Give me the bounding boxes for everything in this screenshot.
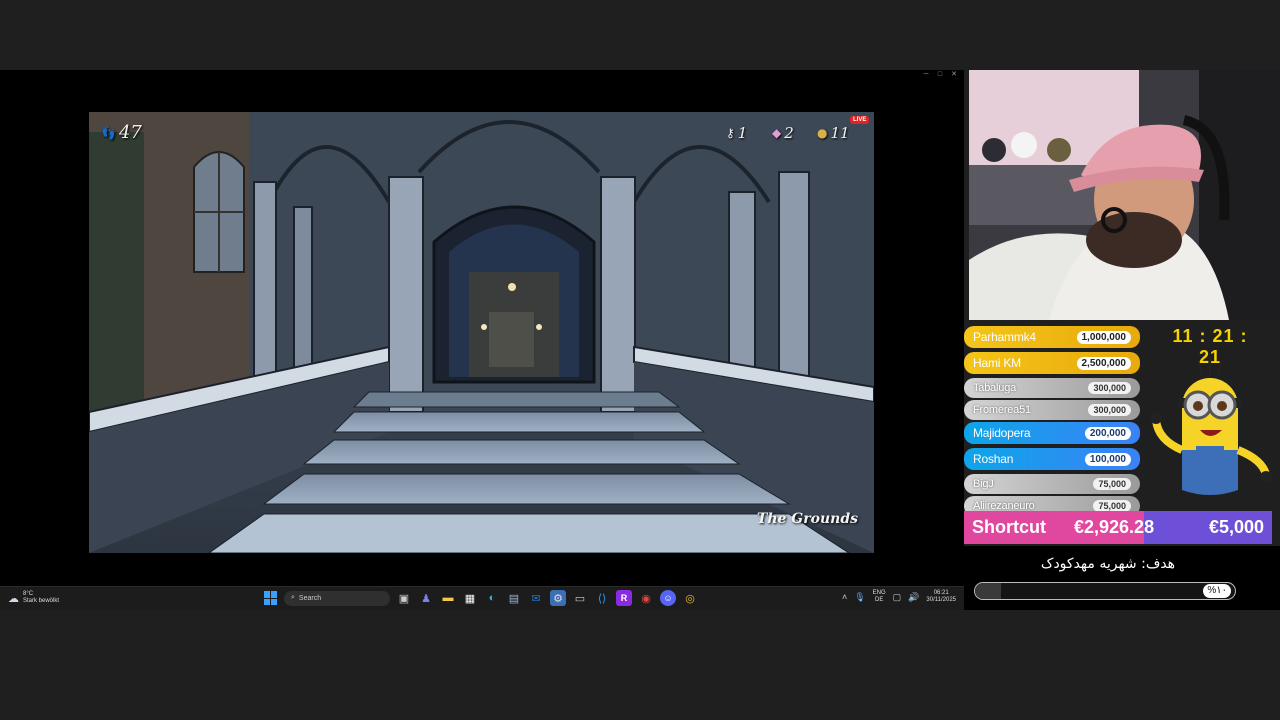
- terminal-icon[interactable]: ▭: [572, 590, 588, 606]
- location-title: The Grounds: [756, 511, 858, 527]
- donor-row: Roshan 100,000: [964, 448, 1140, 470]
- donor-name: Roshan: [973, 452, 1014, 466]
- donor-row: Fromerea51 300,000: [964, 400, 1140, 420]
- key-icon: ⚷: [726, 126, 735, 140]
- minimize-icon[interactable]: ─: [922, 70, 930, 80]
- goal-panel: هدف: شهریه مهدکودک %۱۰: [964, 546, 1280, 610]
- donor-row: Majidopera 200,000: [964, 422, 1140, 444]
- streamer-camera-image: [969, 70, 1280, 320]
- donor-amount: 75,000: [1093, 478, 1131, 490]
- keys-counter: ⚷ 1: [726, 124, 747, 142]
- gem-icon: ◆: [772, 126, 782, 140]
- weather-description: Stark bewölkt: [23, 598, 60, 604]
- file-explorer-icon[interactable]: ▬: [440, 590, 456, 606]
- donor-row: Hami KM 2,500,000: [964, 352, 1140, 374]
- search-icon: ⌕: [291, 594, 295, 601]
- taskbar-clock[interactable]: 06:21 30/11/2025: [926, 590, 956, 604]
- system-tray: ˄ 🎙 ENG DE ▢ 🔊 06:21 30/11/2025: [842, 590, 956, 604]
- language-code: ENG: [872, 590, 886, 596]
- stream-layout: ─ □ ✕ 👣 47 ⚷ 1 ◆ 2 ● 11 LIVE The Grounds…: [0, 0, 1280, 720]
- teams-icon[interactable]: ♟: [418, 590, 434, 606]
- maximize-icon[interactable]: □: [936, 70, 944, 80]
- language-indicator[interactable]: ENG DE: [873, 590, 886, 604]
- donor-name: Hami KM: [973, 356, 1021, 370]
- start-button[interactable]: [264, 591, 278, 605]
- cloud-icon: ☁: [8, 592, 19, 605]
- taskbar-apps: ⌕ Search ▣ ♟ ▬ ▦ ◐ ▤ ✉ ⚙ ▭ ⟨⟩ R ◉ ☺ ◎: [264, 590, 698, 606]
- goal-current-amount: €2,926.28: [1074, 517, 1155, 537]
- keys-value: 1: [737, 124, 748, 142]
- widgets-icon[interactable]: ▤: [506, 590, 522, 606]
- taskbar-search[interactable]: ⌕ Search: [284, 590, 390, 606]
- game-viewport[interactable]: 👣 47 ⚷ 1 ◆ 2 ● 11 LIVE The Grounds: [89, 112, 874, 553]
- donor-amount: 300,000: [1088, 382, 1131, 394]
- donor-amount: 300,000: [1088, 404, 1131, 416]
- donor-row: Tabaluga 300,000: [964, 378, 1140, 398]
- donor-row: BigJ 75,000: [964, 474, 1140, 494]
- discord-icon[interactable]: ☺: [660, 590, 676, 606]
- goal-name: Shortcut: [972, 517, 1046, 537]
- donor-amount: 100,000: [1084, 452, 1131, 466]
- volume-icon[interactable]: 🔊: [908, 592, 919, 603]
- donor-name: Parhammk4: [973, 330, 1036, 344]
- close-icon[interactable]: ✕: [950, 70, 958, 80]
- coins-counter: ● 11: [817, 124, 850, 142]
- goal-target-amount: €5,000: [1208, 517, 1264, 537]
- network-icon[interactable]: ▢: [893, 592, 902, 603]
- goal-progress-fill: [975, 583, 1001, 599]
- coin-icon: ●: [817, 126, 828, 140]
- top-background: [0, 0, 1280, 70]
- goal-progress-bar: %۱۰: [974, 582, 1236, 600]
- bottom-background: [0, 610, 1280, 720]
- donor-name: Tabaluga: [973, 382, 1017, 394]
- donor-name: Majidopera: [973, 426, 1031, 440]
- donation-goal-bar: Shortcut €2,926.28 €5,000: [964, 511, 1272, 544]
- microphone-icon[interactable]: 🎙: [854, 592, 865, 603]
- footprints-icon: 👣: [101, 125, 116, 140]
- donor-name: BigJ: [973, 478, 994, 490]
- donor-name: Fromerea51: [973, 404, 1031, 416]
- coins-value: 11: [830, 124, 850, 142]
- search-placeholder: Search: [298, 594, 322, 602]
- weather-temperature: 8°C: [23, 591, 34, 597]
- donor-amount: 200,000: [1084, 426, 1131, 440]
- edge-icon[interactable]: ◐: [484, 590, 500, 606]
- app-red-icon[interactable]: ◉: [638, 590, 654, 606]
- outlook-icon[interactable]: ✉: [528, 590, 544, 606]
- store-icon[interactable]: ▦: [462, 590, 478, 606]
- goal-description: هدف: شهریه مهدکودک: [1040, 556, 1176, 572]
- window-controls: ─ □ ✕: [922, 70, 958, 80]
- gems-value: 2: [784, 124, 794, 142]
- webcam-feed: [969, 70, 1280, 320]
- taskbar-date: 30/11/2025: [926, 597, 956, 603]
- chrome-icon[interactable]: ◎: [682, 590, 698, 606]
- rider-icon[interactable]: R: [616, 590, 632, 606]
- taskbar-time: 06:21: [933, 590, 949, 596]
- vscode-icon[interactable]: ⟨⟩: [594, 590, 610, 606]
- donor-row: Parhammk4 1,000,000: [964, 326, 1140, 348]
- gems-counter: ◆ 2: [772, 124, 794, 142]
- mansion-entrance-scene: [89, 112, 874, 553]
- task-view-icon[interactable]: ▣: [396, 590, 412, 606]
- live-badge: LIVE: [850, 116, 870, 124]
- weather-widget[interactable]: ☁ 8°C Stark bewölkt: [8, 591, 59, 605]
- donor-amount: 1,000,000: [1076, 330, 1131, 344]
- chevron-up-icon[interactable]: ˄: [842, 592, 847, 602]
- settings-icon[interactable]: ⚙: [550, 590, 566, 606]
- screen-capture: ─ □ ✕ 👣 47 ⚷ 1 ◆ 2 ● 11 LIVE The Grounds: [0, 70, 964, 610]
- donor-amount: 2,500,000: [1076, 356, 1131, 370]
- donor-leaderboard: Parhammk4 1,000,000 Hami KM 2,500,000 Tabalu…: [964, 326, 1140, 518]
- goal-percent-badge: %۱۰: [1203, 584, 1231, 598]
- steps-counter: 👣 47: [101, 122, 142, 143]
- steps-value: 47: [118, 122, 142, 143]
- minion-mascot: [1150, 356, 1272, 495]
- keyboard-layout: DE: [874, 597, 884, 603]
- windows-taskbar: ☁ 8°C Stark bewölkt ⌕ Search ▣ ♟ ▬ ▦ ◐ ▤…: [0, 586, 964, 610]
